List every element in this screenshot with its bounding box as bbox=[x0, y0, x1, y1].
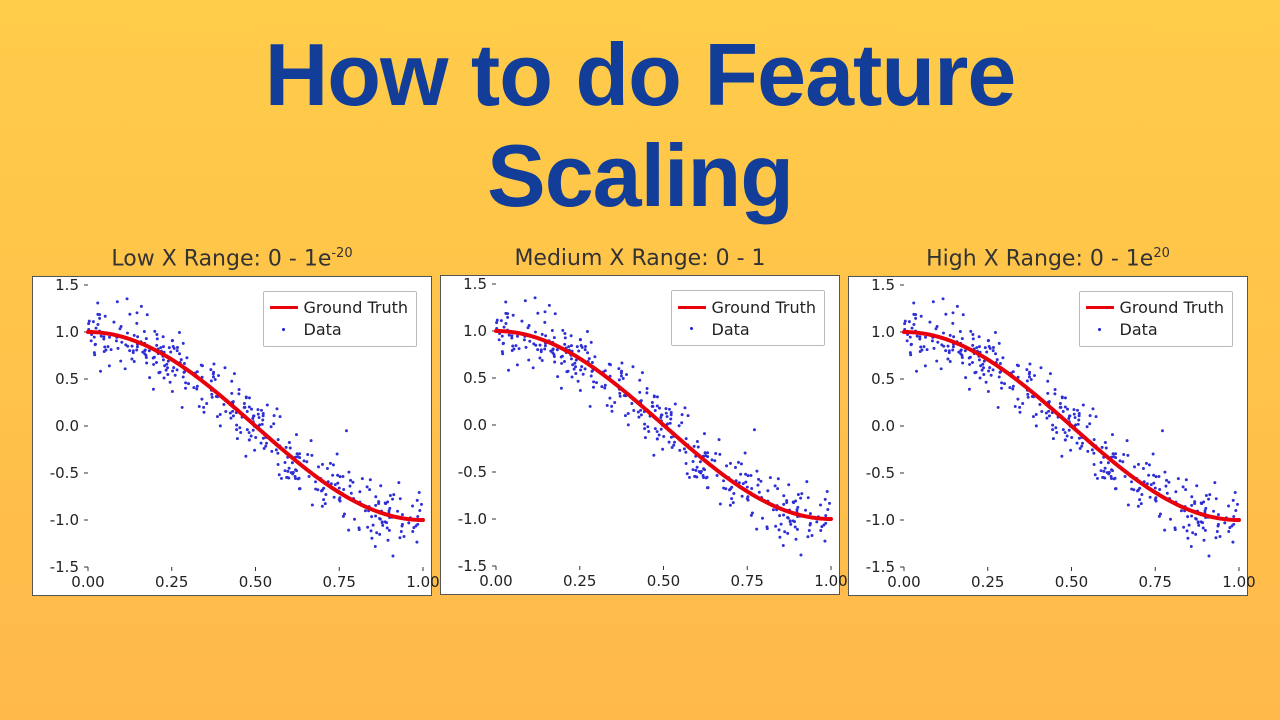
legend-dot-icon bbox=[270, 323, 298, 337]
ground-truth-curve bbox=[88, 332, 423, 520]
chart-title: High X Range: 0 - 1e20 bbox=[848, 246, 1248, 271]
x-tick-label: 0.50 bbox=[1055, 573, 1088, 591]
legend-data-label: Data bbox=[304, 320, 342, 339]
legend-entry-truth: Ground Truth bbox=[1086, 297, 1225, 319]
y-tick-label: -1.0 bbox=[458, 510, 487, 528]
title-line-1: How to do Feature bbox=[0, 24, 1280, 125]
legend-entry-data: Data bbox=[1086, 319, 1225, 341]
y-tick-label: 1.0 bbox=[463, 322, 487, 340]
y-tick-label: -0.5 bbox=[50, 464, 79, 482]
ground-truth-curve bbox=[496, 331, 831, 519]
chart-legend: Ground Truth Data bbox=[1079, 291, 1234, 347]
legend-entry-truth: Ground Truth bbox=[270, 297, 409, 319]
x-tick-label: 0.75 bbox=[1139, 573, 1172, 591]
x-tick-label: 0.50 bbox=[239, 573, 272, 591]
legend-line-icon bbox=[678, 306, 706, 309]
x-tick-label: 0.00 bbox=[71, 573, 104, 591]
legend-data-label: Data bbox=[1120, 320, 1158, 339]
chart-panel: High X Range: 0 - 1e20-1.5-1.0-0.50.00.5… bbox=[848, 246, 1248, 595]
legend-truth-label: Ground Truth bbox=[304, 298, 409, 317]
chart-panel: Medium X Range: 0 - 1-1.5-1.0-0.50.00.51… bbox=[440, 246, 840, 595]
x-tick-label: 0.75 bbox=[323, 573, 356, 591]
charts-row: Low X Range: 0 - 1e-20-1.5-1.0-0.50.00.5… bbox=[0, 246, 1280, 595]
y-tick-label: 1.0 bbox=[871, 323, 895, 341]
x-tick-label: 0.00 bbox=[479, 572, 512, 590]
legend-entry-data: Data bbox=[678, 318, 817, 340]
x-tick-label: 0.75 bbox=[731, 572, 764, 590]
chart-title: Low X Range: 0 - 1e-20 bbox=[32, 246, 432, 271]
y-tick-label: 0.5 bbox=[55, 370, 79, 388]
y-tick-label: 1.5 bbox=[463, 275, 487, 293]
plot-area: -1.5-1.0-0.50.00.51.01.50.000.250.500.75… bbox=[440, 275, 840, 595]
legend-truth-label: Ground Truth bbox=[712, 298, 817, 317]
title-line-2: Scaling bbox=[0, 125, 1280, 226]
x-tick-label: 0.00 bbox=[887, 573, 920, 591]
y-tick-label: 0.0 bbox=[463, 416, 487, 434]
y-tick-label: -1.0 bbox=[50, 511, 79, 529]
y-tick-label: 0.0 bbox=[871, 417, 895, 435]
y-tick-label: -0.5 bbox=[866, 464, 895, 482]
ground-truth-curve bbox=[904, 332, 1239, 520]
x-tick-label: 1.00 bbox=[814, 572, 847, 590]
chart-title: Medium X Range: 0 - 1 bbox=[440, 246, 840, 271]
x-tick-label: 1.00 bbox=[406, 573, 439, 591]
x-tick-label: 0.25 bbox=[155, 573, 188, 591]
legend-line-icon bbox=[270, 306, 298, 309]
x-tick-label: 0.25 bbox=[563, 572, 596, 590]
legend-truth-label: Ground Truth bbox=[1120, 298, 1225, 317]
y-tick-label: 1.0 bbox=[55, 323, 79, 341]
chart-legend: Ground Truth Data bbox=[671, 290, 826, 346]
x-tick-label: 1.00 bbox=[1222, 573, 1255, 591]
legend-entry-data: Data bbox=[270, 319, 409, 341]
legend-dot-icon bbox=[678, 322, 706, 336]
y-tick-label: 1.5 bbox=[55, 276, 79, 294]
y-tick-label: -1.0 bbox=[866, 511, 895, 529]
x-tick-label: 0.50 bbox=[647, 572, 680, 590]
y-tick-label: 1.5 bbox=[871, 276, 895, 294]
plot-area: -1.5-1.0-0.50.00.51.01.50.000.250.500.75… bbox=[848, 276, 1248, 596]
legend-dot-icon bbox=[1086, 323, 1114, 337]
plot-area: -1.5-1.0-0.50.00.51.01.50.000.250.500.75… bbox=[32, 276, 432, 596]
y-tick-label: 0.5 bbox=[463, 369, 487, 387]
chart-legend: Ground Truth Data bbox=[263, 291, 418, 347]
y-tick-label: 0.5 bbox=[871, 370, 895, 388]
legend-line-icon bbox=[1086, 306, 1114, 309]
x-tick-label: 0.25 bbox=[971, 573, 1004, 591]
page-title: How to do Feature Scaling bbox=[0, 0, 1280, 226]
chart-panel: Low X Range: 0 - 1e-20-1.5-1.0-0.50.00.5… bbox=[32, 246, 432, 595]
y-tick-label: 0.0 bbox=[55, 417, 79, 435]
legend-data-label: Data bbox=[712, 320, 750, 339]
legend-entry-truth: Ground Truth bbox=[678, 296, 817, 318]
y-tick-label: -0.5 bbox=[458, 463, 487, 481]
